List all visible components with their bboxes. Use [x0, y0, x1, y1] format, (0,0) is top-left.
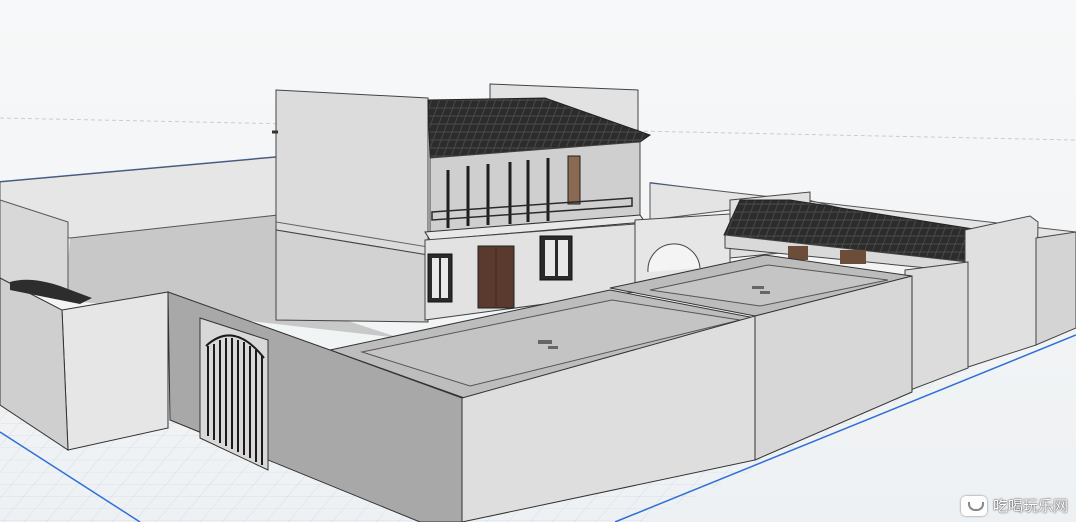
3d-viewport[interactable] [0, 0, 1076, 522]
front-wall-left [61, 291, 169, 451]
cloud-logo-icon [960, 495, 987, 516]
watermark-text: 吃喝玩乐网 [992, 497, 1068, 515]
right-tall-wall [964, 215, 1039, 369]
model-scene [0, 0, 1076, 522]
right-end-wall [1035, 231, 1076, 346]
upper-door [567, 155, 581, 205]
side-door-1 [788, 246, 808, 260]
house-tower-front [275, 89, 429, 256]
side-door-2 [840, 250, 866, 264]
window-left [427, 253, 453, 303]
watermark: 吃喝玩乐网 [960, 495, 1068, 516]
